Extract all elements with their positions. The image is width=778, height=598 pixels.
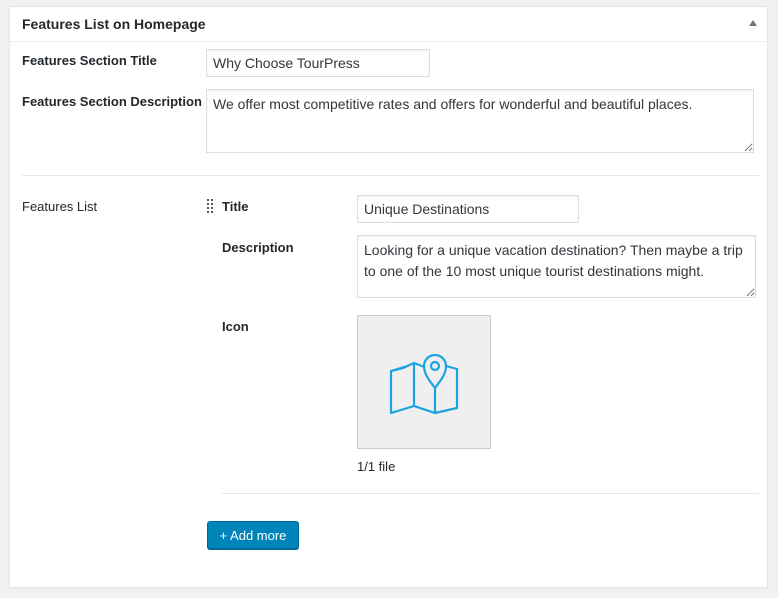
- item-divider: [222, 493, 759, 494]
- metabox-header[interactable]: Features List on Homepage: [10, 7, 767, 42]
- feature-description-label: Description: [222, 240, 294, 255]
- feature-title-input[interactable]: [357, 195, 579, 223]
- feature-description-textarea[interactable]: Looking for a unique vacation destinatio…: [357, 235, 756, 298]
- icon-upload-thumbnail[interactable]: [357, 315, 491, 449]
- add-more-button[interactable]: + Add more: [207, 521, 299, 549]
- section-description-label: Features Section Description: [22, 94, 202, 109]
- map-pin-icon: [389, 353, 459, 415]
- features-metabox: Features List on Homepage Features Secti…: [9, 6, 768, 588]
- section-divider: [22, 175, 759, 176]
- section-description-textarea[interactable]: We offer most competitive rates and offe…: [206, 89, 754, 153]
- drag-handle-icon[interactable]: [207, 199, 215, 213]
- file-count: 1/1 file: [357, 459, 396, 474]
- metabox-title: Features List on Homepage: [22, 16, 206, 32]
- section-title-input[interactable]: [206, 49, 430, 77]
- features-list-label: Features List: [22, 199, 98, 214]
- feature-icon-label: Icon: [222, 319, 249, 334]
- collapse-toggle-icon[interactable]: [749, 20, 757, 26]
- section-title-label: Features Section Title: [22, 53, 157, 68]
- feature-title-label: Title: [222, 199, 249, 214]
